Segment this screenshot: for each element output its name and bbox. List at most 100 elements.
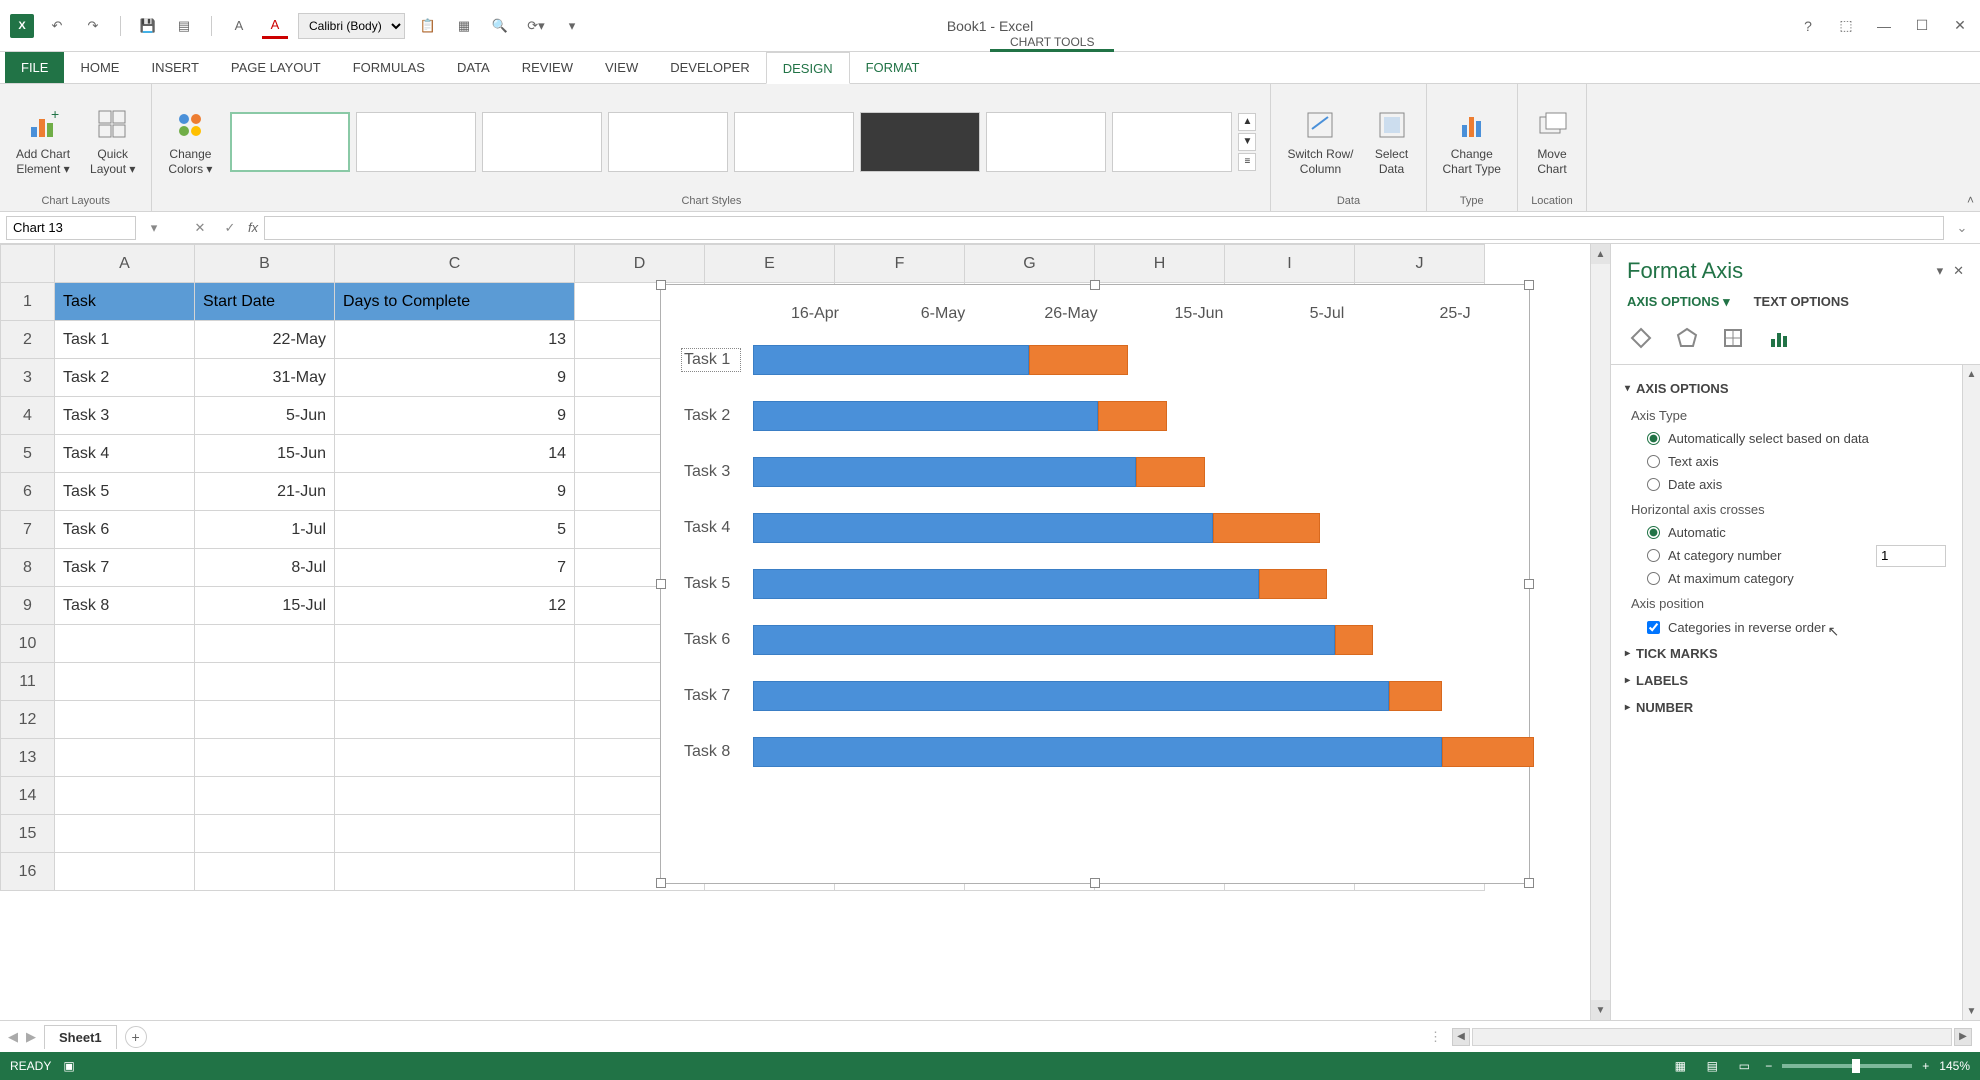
cell[interactable]: 21-Jun	[195, 473, 335, 511]
col-header-J[interactable]: J	[1355, 245, 1485, 283]
tab-developer[interactable]: DEVELOPER	[654, 52, 765, 83]
cell[interactable]: 9	[335, 473, 575, 511]
row-header[interactable]: 6	[1, 473, 55, 511]
section-axis-options[interactable]: ▾AXIS OPTIONS	[1625, 375, 1966, 402]
cell[interactable]: Task 5	[55, 473, 195, 511]
chart-bar-start-date[interactable]	[753, 513, 1213, 543]
axis-options-icon[interactable]	[1765, 324, 1793, 352]
row-header[interactable]: 3	[1, 359, 55, 397]
radio-date-axis[interactable]: Date axis	[1625, 473, 1966, 496]
change-colors-button[interactable]: Change Colors ▾	[162, 103, 218, 180]
chart-bar-row[interactable]: Task 1	[681, 341, 1519, 379]
pane-tab-text-options[interactable]: TEXT OPTIONS	[1754, 294, 1849, 310]
section-number[interactable]: ▸NUMBER	[1625, 694, 1966, 721]
row-header[interactable]: 1	[1, 283, 55, 321]
pane-close-icon[interactable]: ✕	[1953, 263, 1964, 279]
gallery-scroll-up-icon[interactable]: ▲	[1238, 113, 1256, 131]
pane-scroll-up-icon[interactable]: ▲	[1963, 365, 1980, 383]
checkbox-categories-reverse[interactable]: Categories in reverse order↖	[1625, 615, 1966, 640]
chart-style-thumb-1[interactable]	[230, 112, 350, 172]
gallery-more-icon[interactable]: ≡	[1238, 153, 1256, 171]
fill-line-icon[interactable]	[1627, 324, 1655, 352]
cell[interactable]: 22-May	[195, 321, 335, 359]
page-break-view-icon[interactable]: ▭	[1733, 1057, 1755, 1075]
chart-style-thumb-6[interactable]	[860, 112, 980, 172]
help-icon[interactable]: ?	[1798, 16, 1818, 36]
pane-tab-axis-options[interactable]: AXIS OPTIONS ▾	[1627, 294, 1730, 310]
sheet-tab-sheet1[interactable]: Sheet1	[44, 1025, 117, 1049]
select-all-corner[interactable]	[1, 245, 55, 283]
cell[interactable]: Task 4	[55, 435, 195, 473]
cell[interactable]: 14	[335, 435, 575, 473]
cell[interactable]: 13	[335, 321, 575, 359]
row-header[interactable]: 9	[1, 587, 55, 625]
embedded-chart[interactable]: 16-Apr 6-May 26-May 15-Jun 5-Jul 25-J Ta…	[660, 284, 1530, 884]
col-header-A[interactable]: A	[55, 245, 195, 283]
cell[interactable]: 1-Jul	[195, 511, 335, 549]
col-header-I[interactable]: I	[1225, 245, 1355, 283]
chart-bar-duration[interactable]	[1259, 569, 1328, 599]
table-icon[interactable]: ▦	[451, 13, 477, 39]
row-header[interactable]: 14	[1, 777, 55, 815]
chart-bar-duration[interactable]	[1098, 401, 1167, 431]
cell[interactable]: 7	[335, 549, 575, 587]
scroll-up-icon[interactable]: ▲	[1591, 244, 1610, 264]
row-header[interactable]: 7	[1, 511, 55, 549]
cell[interactable]: 15-Jun	[195, 435, 335, 473]
col-header-D[interactable]: D	[575, 245, 705, 283]
row-header[interactable]: 5	[1, 435, 55, 473]
chart-bar-duration[interactable]	[1389, 681, 1443, 711]
move-chart-button[interactable]: Move Chart	[1528, 103, 1576, 180]
radio-automatic[interactable]: Automatic	[1625, 521, 1966, 544]
row-header[interactable]: 8	[1, 549, 55, 587]
hscroll-right-icon[interactable]: ▶	[1954, 1028, 1972, 1046]
col-header-E[interactable]: E	[705, 245, 835, 283]
radio-text-axis[interactable]: Text axis	[1625, 450, 1966, 473]
col-header-B[interactable]: B	[195, 245, 335, 283]
font-color-icon[interactable]: A	[262, 13, 288, 39]
chart-bar-row[interactable]: Task 3	[681, 453, 1519, 491]
chart-style-thumb-3[interactable]	[482, 112, 602, 172]
fx-icon[interactable]: fx	[248, 220, 258, 235]
chart-bar-duration[interactable]	[1335, 625, 1373, 655]
save-icon[interactable]: 💾	[135, 13, 161, 39]
tab-file[interactable]: FILE	[5, 52, 64, 83]
tab-view[interactable]: VIEW	[589, 52, 654, 83]
horizontal-scrollbar[interactable]	[1472, 1028, 1952, 1046]
cell[interactable]: 9	[335, 359, 575, 397]
cell[interactable]: Task 6	[55, 511, 195, 549]
refresh-icon[interactable]: ⟳▾	[523, 13, 549, 39]
minimize-icon[interactable]: —	[1874, 16, 1894, 36]
cell[interactable]: Task 2	[55, 359, 195, 397]
tab-data[interactable]: DATA	[441, 52, 506, 83]
sheet-nav-prev-icon[interactable]: ◀	[8, 1029, 18, 1045]
cancel-formula-icon[interactable]: ✕	[188, 216, 212, 240]
cell-A1[interactable]: Task	[55, 283, 195, 321]
split-handle-icon[interactable]: ⋮	[1429, 1029, 1442, 1045]
row-header[interactable]: 2	[1, 321, 55, 359]
chart-bar-start-date[interactable]	[753, 625, 1335, 655]
cell[interactable]: Task 8	[55, 587, 195, 625]
cell[interactable]: Task 7	[55, 549, 195, 587]
cell-C1[interactable]: Days to Complete	[335, 283, 575, 321]
chart-bar-row[interactable]: Task 5	[681, 565, 1519, 603]
cell-B1[interactable]: Start Date	[195, 283, 335, 321]
row-header[interactable]: 13	[1, 739, 55, 777]
qat-customize-icon[interactable]: ▾	[559, 13, 585, 39]
row-header[interactable]: 16	[1, 853, 55, 891]
switch-row-col-button[interactable]: Switch Row/ Column	[1281, 103, 1359, 180]
zoom-slider[interactable]	[1782, 1064, 1912, 1068]
add-chart-element-button[interactable]: + Add Chart Element ▾	[10, 103, 76, 180]
cell[interactable]: 5-Jun	[195, 397, 335, 435]
vertical-scrollbar[interactable]: ▲ ▼	[1590, 244, 1610, 1020]
ribbon-display-icon[interactable]: ⬚	[1836, 16, 1856, 36]
select-data-button[interactable]: Select Data	[1368, 103, 1416, 180]
radio-at-category-number[interactable]: At category number	[1625, 544, 1781, 567]
chart-style-thumb-5[interactable]	[734, 112, 854, 172]
chart-bar-duration[interactable]	[1029, 345, 1129, 375]
chart-style-thumb-4[interactable]	[608, 112, 728, 172]
font-size-icon[interactable]: A	[226, 13, 252, 39]
name-box[interactable]	[6, 216, 136, 240]
row-header[interactable]: 12	[1, 701, 55, 739]
cell[interactable]: 5	[335, 511, 575, 549]
